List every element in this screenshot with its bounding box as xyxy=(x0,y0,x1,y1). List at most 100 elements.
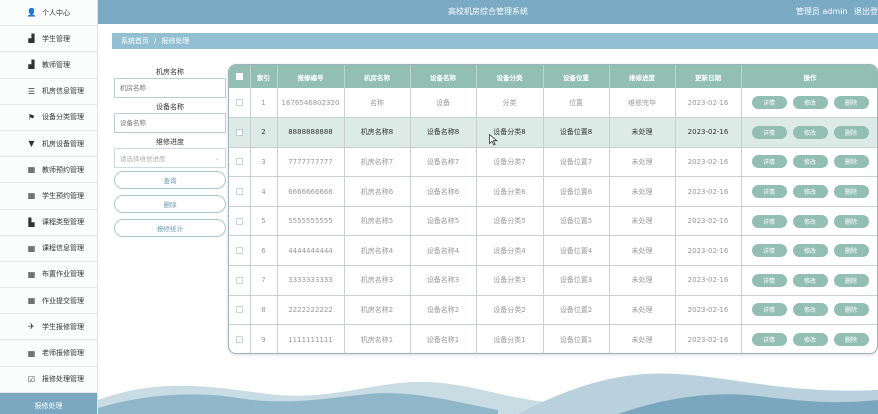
cell-device: 设备名称2 xyxy=(410,295,477,326)
cell-code: 5555555555 xyxy=(277,206,345,237)
detail-button[interactable]: 详情 xyxy=(751,96,787,110)
device-name-input[interactable] xyxy=(114,113,226,133)
sidebar-item-8[interactable]: ▙ 课程类型管理 xyxy=(0,209,97,236)
row-checkbox-cell xyxy=(229,265,251,296)
edit-button[interactable]: 修改 xyxy=(792,96,828,110)
table-row[interactable]: 8 2222222222 机房名称2 设备名称2 设备分类2 设备位置2 未处理 2023-0… xyxy=(229,295,877,326)
sidebar-item-label: 学生预约管理 xyxy=(42,191,84,200)
delete-button[interactable]: 删除 xyxy=(833,185,869,199)
repair-stats-button[interactable]: 报修统计 xyxy=(114,219,226,237)
row-checkbox[interactable] xyxy=(235,128,243,136)
detail-button[interactable]: 详情 xyxy=(751,214,787,228)
row-checkbox[interactable] xyxy=(235,158,243,166)
sidebar-item-5[interactable]: ▼ 机房设备管理 xyxy=(0,130,97,158)
sidebar: 👤 个人中心 ▟ 学生管理 ▟ 教师管理 ☰ 机房信息管理 ⚑ 设备分类管理 ▼ 机房设备管理 ▦ 教师预… xyxy=(0,0,98,414)
cell-code: 2222222222 xyxy=(277,295,345,326)
edit-button[interactable]: 修改 xyxy=(792,333,828,347)
detail-button[interactable]: 详情 xyxy=(751,244,787,258)
query-button[interactable]: 查询 xyxy=(114,171,226,189)
row-checkbox[interactable] xyxy=(235,99,243,107)
sidebar-item-10[interactable]: ▦ 布置作业管理 xyxy=(0,261,97,289)
table-row[interactable]: 6 4444444444 机房名称4 设备名称4 设备分类4 设备位置4 未处理 2023-0… xyxy=(229,235,877,267)
repair-status-select[interactable]: 请选择维修进度 ⌄ xyxy=(114,148,226,168)
cell-room: 机房名称3 xyxy=(344,265,411,296)
breadcrumb-home[interactable]: 系统首页 xyxy=(121,36,149,46)
cell-category: 设备分类5 xyxy=(476,206,544,237)
detail-button[interactable]: 详情 xyxy=(751,125,787,139)
user-icon: 👤 xyxy=(26,8,37,18)
edit-button[interactable]: 修改 xyxy=(792,214,828,228)
list-icon: ☰ xyxy=(27,86,36,96)
column-header: 维修进度 xyxy=(609,65,676,88)
sidebar-item-3[interactable]: ☰ 机房信息管理 xyxy=(0,78,97,105)
sidebar-item-1[interactable]: ▟ 学生管理 xyxy=(0,26,97,53)
sidebar-item-label: 课程信息管理 xyxy=(42,244,84,253)
row-checkbox[interactable] xyxy=(235,217,243,225)
room-name-input[interactable] xyxy=(114,78,226,98)
delete-button[interactable]: 删除 xyxy=(833,244,869,258)
table-row[interactable]: 1 1676546802320 名称 设备 分类 位置 维修完毕 2023-02-16 详情 修改… xyxy=(229,88,877,119)
grid-icon: ▦ xyxy=(27,191,36,201)
cell-room: 机房名称6 xyxy=(344,176,411,207)
select-all-header[interactable] xyxy=(229,65,251,88)
cell-index: 7 xyxy=(250,265,278,296)
detail-button[interactable]: 详情 xyxy=(751,155,787,169)
delete-button[interactable]: 删除 xyxy=(833,214,869,228)
teacher-icon: ▟ xyxy=(28,60,35,70)
sidebar-item-2[interactable]: ▟ 教师管理 xyxy=(0,52,97,79)
table-row[interactable]: 2 8888888888 机房名称8 设备名称8 设备分类8 设备位置8 未处理 2023-0… xyxy=(229,117,877,148)
delete-button[interactable]: 删除 xyxy=(833,125,869,139)
sidebar-item-active[interactable]: 报修处理 xyxy=(0,392,97,414)
edit-button[interactable]: 修改 xyxy=(792,155,828,169)
sidebar-item-9[interactable]: ▦ 课程信息管理 xyxy=(0,235,97,262)
select-all-checkbox[interactable] xyxy=(235,73,243,80)
detail-button[interactable]: 详情 xyxy=(751,185,787,199)
cell-device: 设备名称5 xyxy=(410,206,477,237)
sidebar-item-13[interactable]: ▦ 老师报修管理 xyxy=(0,340,97,367)
delete-button[interactable]: 删除 xyxy=(833,333,869,347)
edit-button[interactable]: 修改 xyxy=(792,244,828,258)
edit-button[interactable]: 修改 xyxy=(792,303,828,317)
cell-actions: 详情 修改 删除 xyxy=(741,295,877,326)
cell-index: 5 xyxy=(250,206,278,237)
sidebar-item-7[interactable]: ▦ 学生预约管理 xyxy=(0,183,97,210)
row-checkbox[interactable] xyxy=(235,306,243,314)
row-checkbox[interactable] xyxy=(235,188,243,196)
row-checkbox[interactable] xyxy=(235,247,243,255)
sidebar-item-14[interactable]: ☑ 报修处理管理 xyxy=(0,366,97,393)
cell-category: 设备分类2 xyxy=(476,295,544,326)
sidebar-item-0[interactable]: 👤 个人中心 xyxy=(0,0,97,27)
table-row[interactable]: 5 5555555555 机房名称5 设备名称5 设备分类5 设备位置5 未处理 2023-0… xyxy=(229,206,877,237)
detail-button[interactable]: 详情 xyxy=(751,273,787,287)
sidebar-item-6[interactable]: ▦ 教师预约管理 xyxy=(0,157,97,184)
logout-link[interactable]: 退出登 xyxy=(854,7,878,16)
delete-button[interactable]: 删除 xyxy=(114,195,226,213)
table-row[interactable]: 7 3333333333 机房名称3 设备名称3 设备分类3 设备位置3 未处理 2023-0… xyxy=(229,265,877,296)
edit-button[interactable]: 修改 xyxy=(792,125,828,139)
row-checkbox[interactable] xyxy=(235,336,243,344)
cell-status: 未处理 xyxy=(609,176,676,207)
chart-icon: ▙ xyxy=(28,217,35,227)
cell-code: 4444444444 xyxy=(277,235,345,267)
table-row[interactable]: 4 6666666666 机房名称6 设备名称6 设备分类6 设备位置6 未处理 2023-0… xyxy=(229,176,877,207)
user-label: 管理员 admin xyxy=(795,7,848,16)
grid-icon: ▦ xyxy=(27,348,36,358)
sidebar-item-4[interactable]: ⚑ 设备分类管理 xyxy=(0,104,97,131)
table-header-row: 索引 报修编号 机房名称 设备名称 设备分类 设备位置 维修进度 更新日期 操作 xyxy=(229,65,877,88)
detail-button[interactable]: 详情 xyxy=(751,303,787,317)
delete-button[interactable]: 删除 xyxy=(833,155,869,169)
table-row[interactable]: 3 7777777777 机房名称7 设备名称7 设备分类7 设备位置7 未处理 2023-0… xyxy=(229,147,877,178)
edit-button[interactable]: 修改 xyxy=(792,185,828,199)
user-group-icon: ▟ xyxy=(28,34,35,44)
row-checkbox-cell xyxy=(229,324,251,353)
sidebar-item-12[interactable]: ✈ 学生报修管理 xyxy=(0,314,97,341)
delete-button[interactable]: 删除 xyxy=(833,303,869,317)
cell-room: 机房名称5 xyxy=(344,206,411,237)
delete-button[interactable]: 删除 xyxy=(833,273,869,287)
detail-button[interactable]: 详情 xyxy=(751,333,787,347)
sidebar-item-11[interactable]: ▦ 作业提交管理 xyxy=(0,288,97,315)
edit-button[interactable]: 修改 xyxy=(792,273,828,287)
row-checkbox[interactable] xyxy=(235,276,243,284)
delete-button[interactable]: 删除 xyxy=(833,96,869,110)
table-row[interactable]: 9 1111111111 机房名称1 设备名称1 设备分类1 设备位置1 未处理 2023-0… xyxy=(229,324,877,353)
